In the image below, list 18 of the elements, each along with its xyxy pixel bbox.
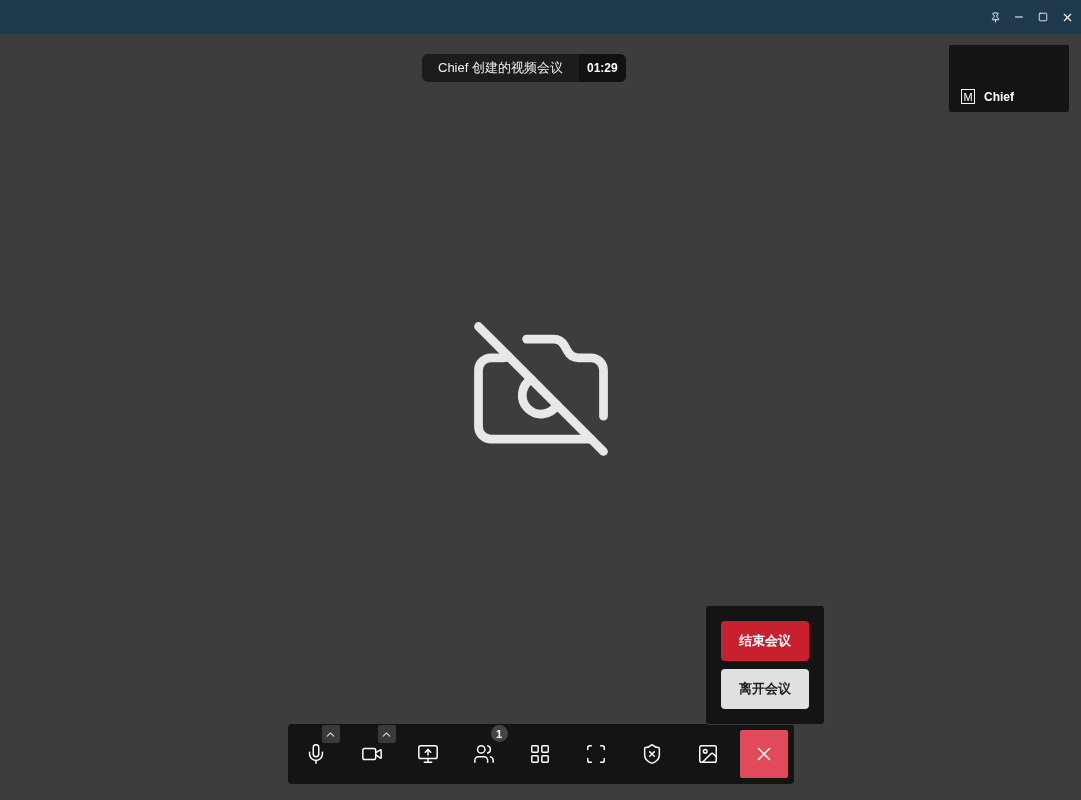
fullscreen-icon — [584, 743, 607, 765]
participant-name: Chief — [984, 89, 1014, 104]
maximize-icon — [1038, 12, 1048, 22]
participant-badge: M — [961, 89, 975, 104]
caret-button[interactable] — [321, 725, 340, 743]
end-meeting-button[interactable]: 结束会议 — [721, 621, 809, 661]
meeting-title: Chief 创建的视频会议 — [437, 59, 564, 77]
grid-icon — [528, 743, 551, 765]
pin-icon — [989, 11, 1001, 23]
people-icon — [472, 743, 495, 765]
share-screen-icon — [416, 743, 439, 765]
leave-meeting-button[interactable]: 离开会议 — [721, 669, 809, 709]
image-icon — [696, 743, 719, 765]
self-view-tile[interactable]: M Chief — [949, 45, 1069, 112]
caret-button[interactable] — [377, 725, 396, 743]
meeting-duration: 01:29 — [578, 54, 626, 82]
leave-button[interactable] — [739, 730, 788, 778]
participant-count: 1 — [490, 725, 508, 742]
